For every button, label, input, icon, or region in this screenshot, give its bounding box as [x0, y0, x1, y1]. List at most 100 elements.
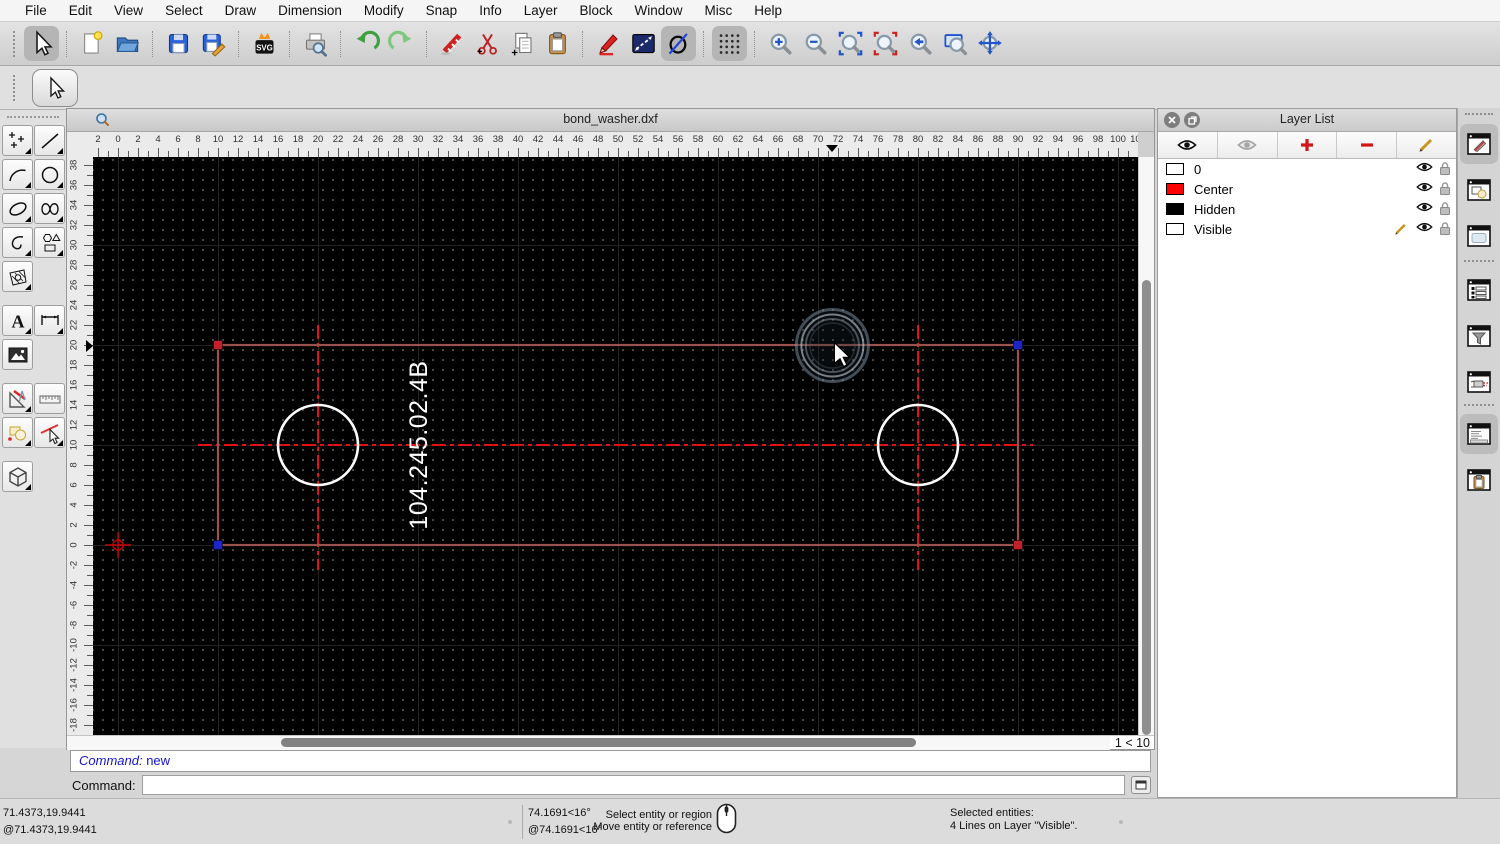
zoom-previous-button[interactable] — [903, 26, 938, 61]
layer-color-swatch[interactable] — [1166, 163, 1184, 175]
layer-row[interactable]: Hidden — [1158, 199, 1456, 219]
measure-tool[interactable] — [34, 383, 65, 414]
layer-visibility-eye-icon[interactable] — [1416, 201, 1433, 216]
select-button[interactable] — [24, 26, 59, 61]
redo-button[interactable] — [384, 26, 419, 61]
layer-lock-icon[interactable] — [1439, 181, 1451, 199]
ellipse-tool[interactable] — [2, 193, 33, 224]
layer-panel-header[interactable]: Layer List — [1158, 109, 1456, 132]
layer-visibility-eye-icon[interactable] — [1416, 181, 1433, 196]
command-detach-button[interactable] — [1131, 776, 1151, 794]
layer-lock-icon[interactable] — [1439, 161, 1451, 179]
zoom-auto-button[interactable] — [833, 26, 868, 61]
dock-handle[interactable] — [1465, 113, 1493, 115]
print-preview-button[interactable] — [298, 26, 333, 61]
vertical-scrollbar[interactable] — [1138, 157, 1154, 735]
image-tool[interactable] — [2, 339, 33, 370]
pen-attributes-button[interactable] — [591, 26, 626, 61]
line-attributes-button[interactable] — [626, 26, 661, 61]
menu-item-view[interactable]: View — [103, 3, 154, 18]
menu-item-layer[interactable]: Layer — [513, 3, 569, 18]
layer-visibility-eye-icon[interactable] — [1416, 161, 1433, 176]
menu-item-help[interactable]: Help — [743, 3, 793, 18]
order-tool[interactable] — [2, 417, 33, 448]
cut-button[interactable] — [470, 26, 505, 61]
horizontal-scrollbar-thumb[interactable] — [281, 738, 916, 747]
menu-item-window[interactable]: Window — [624, 3, 694, 18]
hide-all-layers-button[interactable] — [1217, 132, 1278, 158]
ruler-corner — [67, 132, 93, 157]
horizontal-scrollbar[interactable] — [67, 735, 1110, 750]
select-arrow-button[interactable] — [32, 68, 78, 107]
zoom-in-button[interactable] — [763, 26, 798, 61]
spline-tool[interactable] — [34, 193, 65, 224]
delete-selected-button[interactable] — [435, 26, 470, 61]
menu-item-snap[interactable]: Snap — [415, 3, 469, 18]
block-window-button[interactable] — [1460, 362, 1498, 402]
dimension-tool[interactable] — [34, 305, 65, 336]
layer-row[interactable]: 0 — [1158, 159, 1456, 179]
modify-tool[interactable] — [2, 383, 33, 414]
layer-lock-icon[interactable] — [1439, 201, 1451, 219]
remove-layer-button[interactable] — [1337, 132, 1398, 158]
paste-button[interactable] — [540, 26, 575, 61]
circle-tool[interactable] — [34, 159, 65, 190]
menu-item-misc[interactable]: Misc — [694, 3, 744, 18]
menu-item-draw[interactable]: Draw — [214, 3, 268, 18]
layer-row[interactable]: Visible — [1158, 219, 1456, 239]
grid-toggle-button[interactable] — [712, 26, 747, 61]
menu-item-file[interactable]: File — [14, 3, 58, 18]
deselect-tool[interactable] — [34, 417, 65, 448]
filter-window-button[interactable] — [1460, 316, 1498, 356]
add-layer-button[interactable] — [1277, 132, 1338, 158]
copy-button[interactable] — [505, 26, 540, 61]
pen-window-button[interactable] — [1460, 124, 1498, 164]
draft-mode-button[interactable] — [661, 26, 696, 61]
library-window-button[interactable] — [1460, 216, 1498, 256]
arc-tool[interactable] — [2, 159, 33, 190]
layer-row[interactable]: Center — [1158, 179, 1456, 199]
layer-color-swatch[interactable] — [1166, 203, 1184, 215]
solid-3d-tool[interactable] — [2, 461, 33, 492]
layer-color-swatch[interactable] — [1166, 223, 1184, 235]
menu-item-edit[interactable]: Edit — [58, 3, 103, 18]
layer-list-window-button[interactable] — [1460, 270, 1498, 310]
shapes-window-button[interactable] — [1460, 170, 1498, 210]
save-as-button[interactable] — [196, 26, 231, 61]
layer-color-swatch[interactable] — [1166, 183, 1184, 195]
document-titlebar[interactable]: bond_washer.dxf — [67, 109, 1154, 132]
command-window-button[interactable] — [1460, 414, 1498, 454]
open-file-button[interactable] — [110, 26, 145, 61]
command-input[interactable] — [141, 775, 1125, 795]
save-button[interactable] — [161, 26, 196, 61]
layer-visibility-eye-icon[interactable] — [1416, 221, 1433, 236]
drawing-canvas[interactable]: 104.245.02.4B — [93, 157, 1138, 735]
undo-button[interactable] — [349, 26, 384, 61]
menu-item-dimension[interactable]: Dimension — [267, 3, 353, 18]
shapes-tool[interactable] — [34, 227, 65, 258]
text-tool[interactable]: A — [2, 305, 33, 336]
points-tool[interactable] — [2, 125, 33, 156]
toolbar-handle[interactable] — [13, 30, 19, 57]
palette-handle[interactable] — [7, 116, 59, 118]
zoom-pan-button[interactable] — [973, 26, 1008, 61]
edit-layer-button[interactable] — [1397, 132, 1456, 158]
hatch-tool[interactable] — [2, 261, 33, 292]
menu-item-modify[interactable]: Modify — [353, 3, 415, 18]
menu-item-select[interactable]: Select — [154, 3, 214, 18]
toolbar-handle[interactable] — [13, 74, 19, 101]
zoom-redraw-button[interactable] — [868, 26, 903, 61]
show-all-layers-button[interactable] — [1158, 132, 1218, 158]
new-file-button[interactable] — [75, 26, 110, 61]
zoom-out-button[interactable] — [798, 26, 833, 61]
clipboard-window-button[interactable] — [1460, 460, 1498, 500]
layer-edit-pencil-icon[interactable] — [1394, 222, 1409, 239]
menu-item-block[interactable]: Block — [569, 3, 624, 18]
menu-item-info[interactable]: Info — [468, 3, 513, 18]
polyline-tool[interactable] — [2, 227, 33, 258]
vertical-scrollbar-thumb[interactable] — [1142, 280, 1151, 735]
export-svg-button[interactable]: SVG — [247, 26, 282, 61]
line-tool[interactable] — [34, 125, 65, 156]
zoom-window-button[interactable] — [938, 26, 973, 61]
layer-lock-icon[interactable] — [1439, 221, 1451, 239]
